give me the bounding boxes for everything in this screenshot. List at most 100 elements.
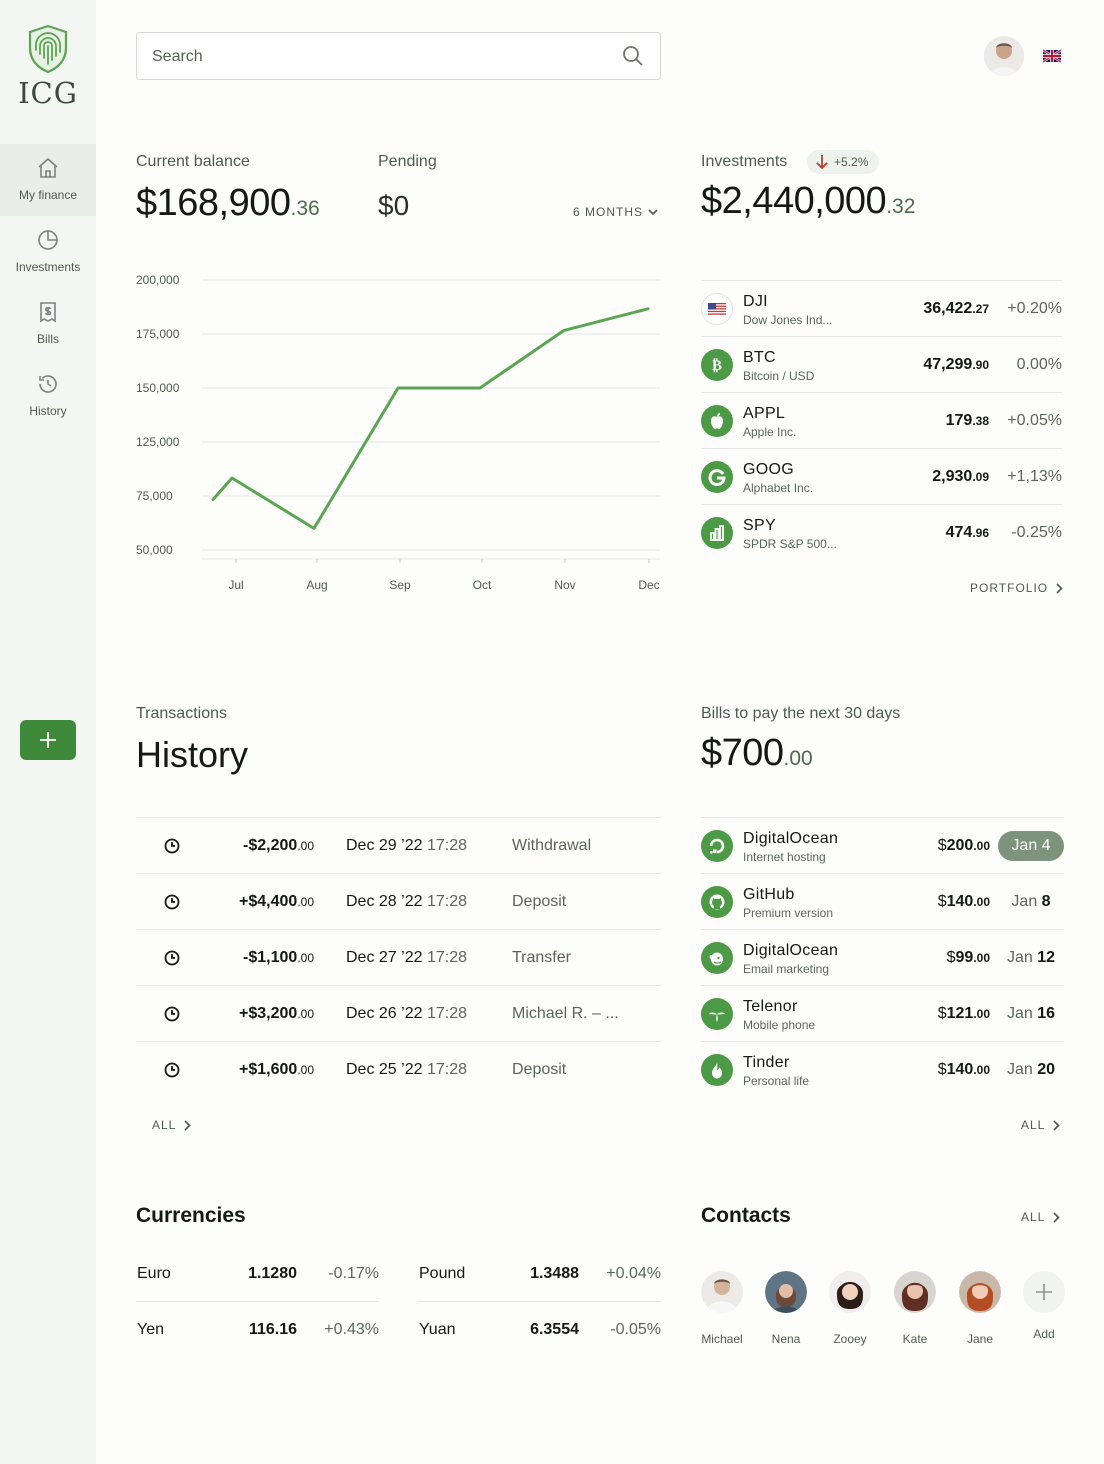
currency-change: -0.05%	[610, 1321, 661, 1338]
contacts-all-link[interactable]: ALL	[1021, 1210, 1060, 1224]
chevron-right-icon	[1056, 582, 1063, 594]
user-avatar[interactable]	[984, 36, 1024, 76]
clock-icon	[164, 894, 180, 910]
bill-row[interactable]: DigitalOcean Email marketing $99.00 Jan …	[701, 929, 1064, 985]
sidebar-item-label: Bills	[36, 332, 59, 346]
contact-nena[interactable]: Nena	[758, 1271, 814, 1346]
currency-row: Yen 116.16 +0.43%	[136, 1302, 379, 1358]
contact-jane[interactable]: Jane	[952, 1271, 1008, 1346]
contacts-title: Contacts	[701, 1204, 791, 1227]
bill-description: Mobile phone	[743, 1018, 816, 1032]
currency-row: Euro 1.1280 -0.17%	[136, 1246, 379, 1302]
investment-price: 179.38	[946, 412, 989, 430]
bill-row[interactable]: DigitalOcean Internet hosting $200.00 Ja…	[701, 817, 1064, 873]
transaction-date: Dec 29 ’22 17:28	[346, 837, 467, 855]
transaction-amount-value: +$3,200	[239, 1005, 298, 1022]
currencies-title: Currencies	[136, 1204, 246, 1227]
sidebar-item-history[interactable]: History	[0, 360, 96, 432]
bill-due-date: Jan 8	[998, 887, 1064, 917]
currency-row: Yuan 6.3554 -0.05%	[418, 1302, 661, 1358]
bill-amount: $140.00	[938, 893, 990, 911]
transaction-row[interactable]: -$1,100.00 Dec 27 ’22 17:28 Transfer	[136, 929, 661, 985]
investment-row[interactable]: SPY SPDR S&P 500... 474.96 -0.25%	[701, 504, 1062, 560]
investment-price-cents: .38	[972, 414, 989, 428]
investment-row[interactable]: ₿ BTC Bitcoin / USD 47,299.90 0.00%	[701, 336, 1062, 392]
transaction-row[interactable]: +$3,200.00 Dec 26 ’22 17:28 Michael R. –…	[136, 985, 661, 1041]
period-label: 6 MONTHS	[573, 205, 644, 219]
currency-value: 116.16	[248, 1321, 297, 1338]
investments-dollars: $2,440,000	[701, 180, 887, 222]
transaction-date: Dec 28 ’22 17:28	[346, 893, 467, 911]
sidebar: ICG My finance Investments Bills History	[0, 0, 96, 1464]
brand-logo[interactable]: ICG	[0, 24, 96, 110]
search-icon[interactable]	[622, 45, 644, 67]
investment-row[interactable]: DJI Dow Jones Ind... 36,422.27 +0.20%	[701, 280, 1062, 336]
investment-row[interactable]: APPL Apple Inc. 179.38 +0.05%	[701, 392, 1062, 448]
transaction-row[interactable]: +$1,600.00 Dec 25 ’22 17:28 Deposit	[136, 1041, 661, 1097]
bills-label: Bills to pay the next 30 days	[701, 705, 901, 722]
contact-michael[interactable]: Michael	[694, 1271, 750, 1346]
sidebar-item-investments[interactable]: Investments	[0, 216, 96, 288]
fingerprint-shield-icon	[28, 24, 68, 74]
bill-due-month: Jan	[1011, 893, 1038, 910]
investment-row[interactable]: GOOG Alphabet Inc. 2,930.09 +1,13%	[701, 448, 1062, 504]
transaction-row[interactable]: +$4,400.00 Dec 28 ’22 17:28 Deposit	[136, 873, 661, 929]
history-icon	[39, 375, 57, 393]
transaction-time: 17:28	[426, 1061, 467, 1078]
bitcoin-icon: ₿	[701, 349, 733, 381]
investment-change: +0.20%	[1007, 300, 1062, 317]
clock-icon	[164, 1062, 180, 1078]
transaction-row[interactable]: -$2,200.00 Dec 29 ’22 17:28 Withdrawal	[136, 817, 661, 873]
bill-due-month: Jan	[1006, 949, 1033, 966]
bill-description: Personal life	[743, 1074, 810, 1088]
telenor-icon	[701, 998, 733, 1030]
sidebar-item-my-finance[interactable]: My finance	[0, 144, 96, 216]
transaction-date: Dec 25 ’22 17:28	[346, 1061, 467, 1079]
bill-currency: $	[946, 949, 956, 966]
bill-row[interactable]: Telenor Mobile phone $121.00 Jan 16	[701, 985, 1064, 1041]
transaction-date: Dec 26 ’22 17:28	[346, 1005, 467, 1023]
x-tick-label: Sep	[389, 578, 411, 592]
investment-symbol: BTC	[743, 349, 776, 366]
bill-currency: $	[937, 1005, 947, 1022]
search-box[interactable]	[136, 32, 661, 80]
search-input[interactable]	[152, 46, 592, 68]
investment-price-cents: .90	[972, 358, 989, 372]
bill-name: DigitalOcean	[743, 830, 839, 847]
investment-name: SPDR S&P 500...	[743, 537, 837, 551]
transactions-all-link[interactable]: ALL	[152, 1118, 191, 1132]
transaction-amount: +$1,600.00	[239, 1061, 314, 1079]
bills-all-link[interactable]: ALL	[1021, 1118, 1060, 1132]
sidebar-item-label: Investments	[15, 260, 81, 274]
transaction-amount: +$4,400.00	[239, 893, 314, 911]
add-button[interactable]	[20, 720, 76, 760]
currency-name: Pound	[419, 1265, 466, 1282]
transaction-time: 17:28	[426, 837, 467, 854]
bill-currency: $	[937, 893, 947, 910]
contact-avatar	[959, 1271, 1001, 1313]
bill-row[interactable]: Tinder Personal life $140.00 Jan 20	[701, 1041, 1064, 1097]
mailchimp-icon	[701, 942, 733, 974]
bill-currency: $	[937, 1061, 947, 1078]
investment-price: 2,930.09	[932, 468, 989, 486]
bill-due-date: Jan 4	[998, 831, 1064, 861]
contact-name: Nena	[771, 1332, 801, 1346]
uk-flag-icon[interactable]	[1043, 49, 1061, 63]
bill-due-month: Jan	[1006, 1005, 1033, 1022]
currency-name: Yen	[137, 1321, 164, 1338]
currency-value: 6.3554	[530, 1321, 579, 1338]
contact-kate[interactable]: Kate	[887, 1271, 943, 1346]
bill-row[interactable]: GitHub Premium version $140.00 Jan 8	[701, 873, 1064, 929]
portfolio-link[interactable]: PORTFOLIO	[970, 581, 1063, 595]
bill-amount: $99.00	[947, 949, 990, 967]
bill-amount: $140.00	[938, 1061, 990, 1079]
sidebar-item-bills[interactable]: Bills	[0, 288, 96, 360]
x-tick-label: Aug	[306, 578, 327, 592]
bill-name: GitHub	[743, 886, 795, 903]
period-selector[interactable]: 6 MONTHS	[573, 205, 658, 219]
add-contact-button[interactable]: Add	[1016, 1271, 1072, 1341]
sidebar-item-label: History	[29, 404, 67, 418]
apple-icon	[701, 405, 733, 437]
contact-zooey[interactable]: Zooey	[822, 1271, 878, 1346]
contact-avatar	[765, 1271, 807, 1313]
